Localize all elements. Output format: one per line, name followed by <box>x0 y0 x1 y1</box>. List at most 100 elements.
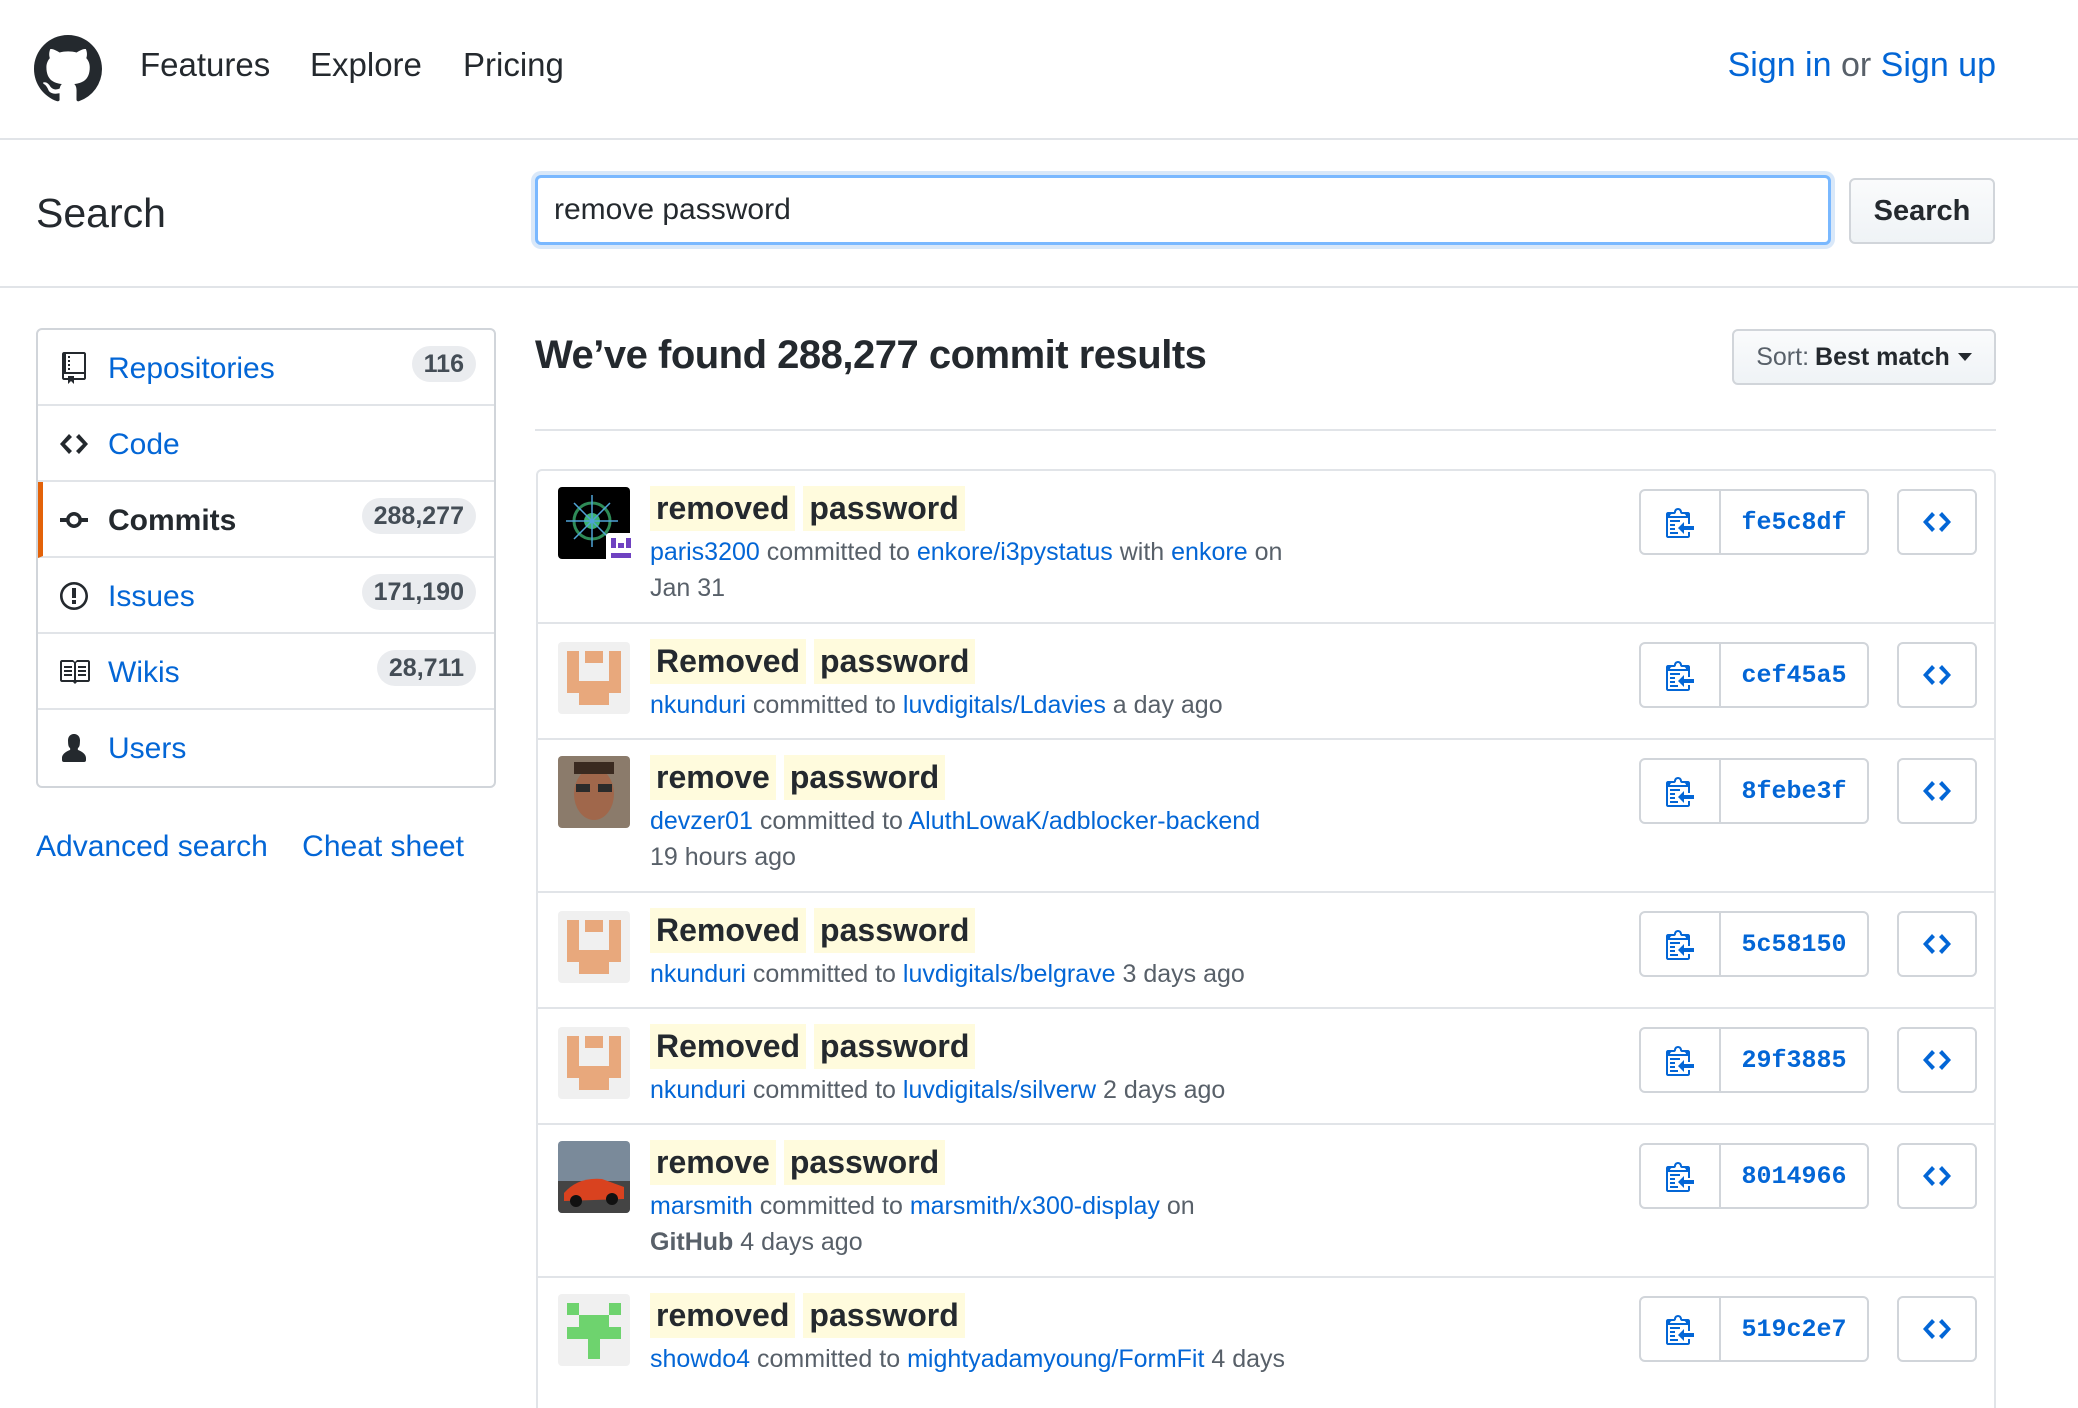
author-link[interactable]: nkunduri <box>650 1076 746 1104</box>
copy-sha-button[interactable] <box>1641 1298 1721 1360</box>
copy-sha-button[interactable] <box>1641 644 1721 706</box>
search-button[interactable]: Search <box>1849 178 1995 244</box>
repo-link[interactable]: mightyadamyoung/FormFit <box>907 1345 1204 1373</box>
repo-icon <box>62 352 86 384</box>
commit-message[interactable]: removed password <box>650 1293 973 1338</box>
coauthor-avatar[interactable] <box>606 533 636 563</box>
commit-message[interactable]: removed password <box>650 486 973 531</box>
commit-meta: nkunduri committed to luvdigitals/silver… <box>650 1072 1350 1108</box>
with-text: with <box>1119 538 1165 566</box>
repo-link[interactable]: marsmith/x300-display <box>910 1192 1160 1220</box>
commit-meta: devzer01 committed to AluthLowaK/adblock… <box>650 803 1350 875</box>
side-links: Advanced search Cheat sheet <box>36 830 490 864</box>
github-logo-icon[interactable] <box>34 35 102 103</box>
search-title: Search <box>36 190 166 236</box>
sha-button-group: 29f3885 <box>1639 1027 1869 1093</box>
highlighted-term: password <box>814 639 976 684</box>
repo-link[interactable]: luvdigitals/silverw <box>903 1076 1096 1104</box>
menu-item-code[interactable]: Code <box>38 406 494 482</box>
commit-message[interactable]: Removed password <box>650 639 983 684</box>
avatar[interactable] <box>558 1294 630 1366</box>
copy-sha-button[interactable] <box>1641 760 1721 822</box>
copy-sha-button[interactable] <box>1641 491 1721 553</box>
copy-sha-button[interactable] <box>1641 913 1721 975</box>
commit-message[interactable]: Removed password <box>650 1024 983 1069</box>
browse-code-button[interactable] <box>1897 1027 1977 1093</box>
avatar[interactable] <box>558 642 630 714</box>
browse-code-button[interactable] <box>1897 1143 1977 1209</box>
browse-code-button[interactable] <box>1897 489 1977 555</box>
commit-sha-link[interactable]: fe5c8df <box>1721 491 1867 553</box>
browse-code-button[interactable] <box>1897 1296 1977 1362</box>
sign-in-link[interactable]: Sign in <box>1728 46 1832 84</box>
menu-item-repositories[interactable]: Repositories 116 <box>38 330 494 406</box>
avatar[interactable] <box>558 911 630 983</box>
menu-label: Issues <box>108 580 195 613</box>
repo-link[interactable]: enkore/i3pystatus <box>917 538 1113 566</box>
commit-sha-link[interactable]: cef45a5 <box>1721 644 1867 706</box>
commit-date: 2 days ago <box>1103 1076 1226 1104</box>
search-input[interactable] <box>535 175 1831 245</box>
highlighted-term: password <box>814 1024 976 1069</box>
menu-label: Wikis <box>108 656 180 689</box>
clippy-icon <box>1666 661 1694 691</box>
author-link[interactable]: marsmith <box>650 1192 753 1220</box>
count-badge: 288,277 <box>361 498 476 534</box>
commit-sha-link[interactable]: 8febe3f <box>1721 760 1867 822</box>
author-link[interactable]: devzer01 <box>650 807 753 835</box>
commit-sha-link[interactable]: 8014966 <box>1721 1145 1867 1207</box>
commit-list: removed password paris3200 committed to e… <box>536 469 1996 1408</box>
avatar[interactable] <box>558 1141 630 1213</box>
author-link[interactable]: nkunduri <box>650 960 746 988</box>
commit-sha-link[interactable]: 29f3885 <box>1721 1029 1867 1091</box>
author-link[interactable]: nkunduri <box>650 691 746 719</box>
caret-down-icon <box>1957 353 1972 361</box>
highlighted-term: password <box>783 1140 946 1185</box>
commit-message[interactable]: remove password <box>650 1140 953 1185</box>
highlighted-term: remove <box>650 1140 776 1185</box>
platform-label: GitHub <box>650 1228 734 1256</box>
sha-button-group: cef45a5 <box>1639 642 1869 708</box>
commit-item: removed password paris3200 committed to e… <box>538 471 1994 624</box>
commit-sha-link[interactable]: 5c58150 <box>1721 913 1867 975</box>
nav-features-link[interactable]: Features <box>140 46 270 84</box>
copy-sha-button[interactable] <box>1641 1145 1721 1207</box>
repo-link[interactable]: luvdigitals/belgrave <box>903 960 1116 988</box>
repo-link[interactable]: AluthLowaK/adblocker-backend <box>909 807 1261 835</box>
nav-pricing-link[interactable]: Pricing <box>463 46 564 84</box>
nav-explore-link[interactable]: Explore <box>310 46 422 84</box>
coauthor-link[interactable]: enkore <box>1171 538 1247 566</box>
commit-item: remove password marsmith committed to mar… <box>538 1125 1994 1278</box>
author-link[interactable]: showdo4 <box>650 1345 750 1373</box>
menu-item-commits[interactable]: Commits 288,277 <box>38 482 494 558</box>
highlighted-term: Removed <box>650 1024 807 1069</box>
commit-meta: nkunduri committed to luvdigitals/Ldavie… <box>650 687 1350 723</box>
browse-code-button[interactable] <box>1897 911 1977 977</box>
cheat-sheet-link[interactable]: Cheat sheet <box>302 830 464 863</box>
commit-message[interactable]: remove password <box>650 755 953 800</box>
commit-date: 3 days ago <box>1122 960 1245 988</box>
sort-label: Sort: <box>1756 342 1810 371</box>
commit-meta: showdo4 committed to mightyadamyoung/For… <box>650 1341 1350 1377</box>
browse-code-button[interactable] <box>1897 758 1977 824</box>
menu-label: Repositories <box>108 352 275 385</box>
menu-item-wikis[interactable]: Wikis 28,711 <box>38 634 494 710</box>
menu-item-issues[interactable]: Issues 171,190 <box>38 558 494 634</box>
code-icon <box>1923 512 1951 532</box>
author-link[interactable]: paris3200 <box>650 538 760 566</box>
browse-code-button[interactable] <box>1897 642 1977 708</box>
commit-message[interactable]: Removed password <box>650 908 983 953</box>
sha-button-group: fe5c8df <box>1639 489 1869 555</box>
code-icon <box>1923 665 1951 685</box>
sign-up-link[interactable]: Sign up <box>1881 46 1996 84</box>
sort-dropdown[interactable]: Sort: Best match <box>1732 329 1996 385</box>
commit-sha-link[interactable]: 519c2e7 <box>1721 1298 1867 1360</box>
auth-or-text: or <box>1840 46 1872 84</box>
avatar[interactable] <box>558 1027 630 1099</box>
advanced-search-link[interactable]: Advanced search <box>36 830 268 863</box>
avatar[interactable] <box>558 756 630 828</box>
copy-sha-button[interactable] <box>1641 1029 1721 1091</box>
repo-link[interactable]: luvdigitals/Ldavies <box>903 691 1106 719</box>
menu-item-users[interactable]: Users <box>38 710 494 786</box>
commit-item: removed password showdo4 committed to mig… <box>538 1278 1994 1408</box>
